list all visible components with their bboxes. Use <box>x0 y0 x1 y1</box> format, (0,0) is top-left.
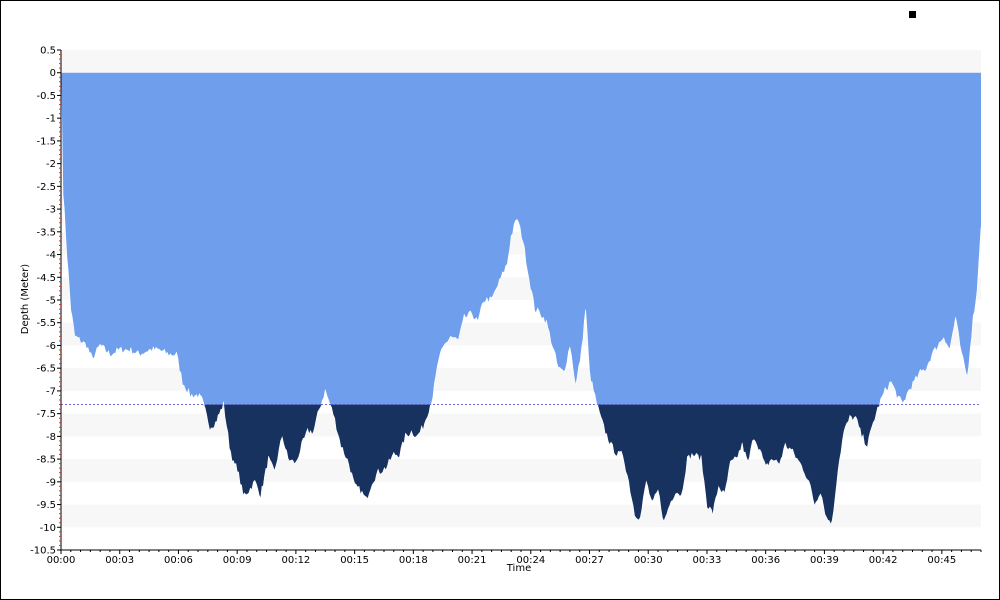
x-tick-label: 00:36 <box>751 555 780 566</box>
y-tick-label: -4 <box>46 250 56 261</box>
y-tick-label: -2 <box>46 159 56 170</box>
y-tick-label: -8 <box>46 432 56 443</box>
x-tick-label: 00:45 <box>927 555 956 566</box>
x-tick-label: 00:06 <box>164 555 193 566</box>
x-tick-label: 00:21 <box>458 555 487 566</box>
y-tick-label: -9.5 <box>36 500 56 511</box>
y-tick-label: -9 <box>46 477 56 488</box>
y-tick-label: -0.5 <box>36 91 56 102</box>
y-tick-label: -7.5 <box>36 409 56 420</box>
y-tick-label: -5 <box>46 296 56 307</box>
y-tick-label: -2.5 <box>36 182 56 193</box>
x-tick-label: 00:15 <box>340 555 369 566</box>
y-tick-label: 0.5 <box>40 46 56 57</box>
y-axis-title: Depth (Meter) <box>20 264 31 335</box>
y-tick-label: -1 <box>46 114 56 125</box>
x-tick-label: 00:30 <box>634 555 663 566</box>
y-tick-label: -1.5 <box>36 136 56 147</box>
y-tick-label: 0 <box>50 68 56 79</box>
y-tick-label: -5.5 <box>36 318 56 329</box>
y-tick-label: -6.5 <box>36 364 56 375</box>
x-tick-label: 00:33 <box>693 555 722 566</box>
y-tick-label: -10 <box>40 523 56 534</box>
depth-chart: 0.5 0 -0.5 -1 -1.5 -2 -2.5 -3 -3.5 -4 -4.5 -5 -5.5 -6… <box>20 46 982 574</box>
x-tick-label: 00:12 <box>281 555 310 566</box>
y-tick-label: -6 <box>46 341 56 352</box>
background-band <box>61 50 981 73</box>
x-tick-label: 00:27 <box>575 555 604 566</box>
x-tick-label: 00:09 <box>223 555 252 566</box>
x-tick-label: 00:18 <box>399 555 428 566</box>
y-tick-label: -4.5 <box>36 273 56 284</box>
background-band <box>61 504 981 528</box>
x-tick-label: 00:00 <box>47 555 76 566</box>
x-axis-title: Time <box>506 563 531 574</box>
background-band <box>61 459 981 482</box>
y-axis-ticks: 0.5 0 -0.5 -1 -1.5 -2 -2.5 -3 -3.5 -4 -4.5 -5 -5.5 -6… <box>30 46 61 557</box>
y-tick-label: -3 <box>46 205 56 216</box>
x-tick-label: 00:42 <box>869 555 898 566</box>
y-tick-label: -8.5 <box>36 455 56 466</box>
y-tick-label: -7 <box>46 386 56 397</box>
x-tick-label: 00:39 <box>810 555 839 566</box>
y-tick-label: -3.5 <box>36 227 56 238</box>
x-tick-label: 00:03 <box>105 555 134 566</box>
